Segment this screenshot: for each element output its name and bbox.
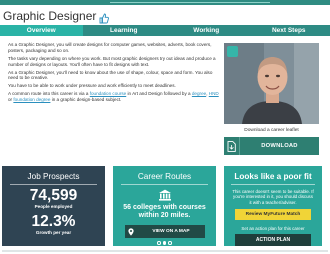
job-prospects-card: Job Prospects 74,599 People employed 12.…: [2, 166, 105, 246]
tab-working[interactable]: Working: [165, 25, 248, 36]
divider: [120, 184, 209, 185]
leaflet-caption: Download a career leaflet: [244, 128, 299, 133]
top-nav-divider: [110, 2, 270, 3]
route-text: in Art and Design followed by a: [126, 91, 192, 97]
page-bottom-shadow: [2, 250, 328, 252]
career-routes-card: Career Routes 56 colleges with courses w…: [113, 166, 216, 246]
description-paragraph: You have to be able to work under pressu…: [8, 83, 176, 89]
poor-fit-text: This career doesn't seem to be suitable.…: [232, 189, 314, 205]
card-heading: Looks like a poor fit: [234, 172, 312, 181]
tab-learning[interactable]: Learning: [83, 25, 166, 36]
action-plan-button[interactable]: ACTION PLAN: [235, 233, 311, 246]
colleges-count-text: 56 colleges with courses within 20 miles…: [113, 204, 216, 220]
top-nav-strip: [0, 0, 330, 5]
title-row: Graphic Designer: [3, 8, 110, 24]
download-label: DOWNLOAD: [261, 143, 298, 149]
person-photo-icon: [224, 43, 319, 124]
action-plan-note: Set an action plan for this career: [241, 225, 305, 231]
description-paragraph-route: A common route into this career is via a…: [8, 91, 221, 102]
college-building-icon: [158, 189, 171, 201]
map-button-label: VIEW ON A MAP: [152, 229, 190, 234]
growth-value: 12.3%: [31, 213, 76, 230]
carousel-dots: [113, 241, 216, 245]
thumbs-up-icon[interactable]: [99, 11, 110, 23]
map-pin-icon: [125, 225, 138, 238]
poor-fit-card: Looks like a poor fit This career doesn'…: [224, 166, 322, 246]
carousel-dot[interactable]: [168, 241, 172, 245]
photo-badge-icon: [227, 46, 238, 57]
download-leaflet-button[interactable]: DOWNLOAD: [224, 137, 319, 155]
tab-bar: Overview Learning Working Next Steps: [0, 25, 330, 36]
tab-overview[interactable]: Overview: [0, 25, 83, 36]
growth-label: Growth per year: [35, 230, 72, 235]
description-paragraph: As a Graphic Designer, you'll need to kn…: [8, 69, 213, 81]
page-title: Graphic Designer: [3, 9, 97, 23]
divider: [231, 184, 315, 185]
carousel-dot-active[interactable]: [162, 241, 167, 245]
foundation-course-link[interactable]: foundation course: [90, 91, 127, 96]
card-heading: Career Routes: [137, 172, 192, 181]
hnd-link[interactable]: HND: [209, 91, 219, 96]
divider: [9, 184, 98, 185]
route-text: A common route into this career is via a: [8, 91, 90, 97]
people-employed-label: People employed: [34, 204, 73, 209]
career-photo: [224, 43, 319, 124]
foundation-degree-link[interactable]: foundation degree: [13, 97, 50, 102]
people-employed-value: 74,599: [29, 187, 78, 204]
tab-next-steps[interactable]: Next Steps: [248, 25, 330, 36]
document-icon: [224, 137, 240, 155]
view-on-map-button[interactable]: VIEW ON A MAP: [124, 225, 205, 238]
colleges-line: within 20 miles.: [138, 212, 191, 219]
review-myfuture-match-button[interactable]: Review MyFuture Match: [235, 208, 311, 220]
career-description: As a Graphic Designer, you will create d…: [8, 42, 221, 105]
card-heading: Job Prospects: [27, 172, 80, 181]
degree-link[interactable]: degree: [192, 91, 206, 96]
description-paragraph: As a Graphic Designer, you will create d…: [8, 42, 212, 53]
route-text: in a graphic design-based subject.: [50, 97, 122, 103]
description-paragraph: The tasks vary depending on where you wo…: [8, 55, 216, 67]
colleges-line: 56 colleges with courses: [123, 204, 206, 211]
carousel-dot[interactable]: [157, 241, 161, 245]
